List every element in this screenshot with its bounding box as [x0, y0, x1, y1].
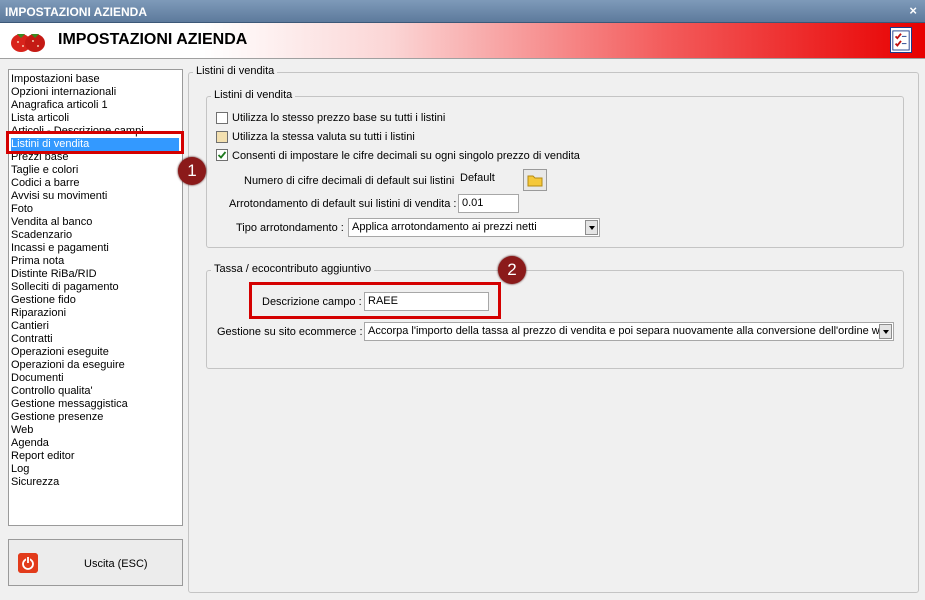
- rounding-field[interactable]: 0.01: [458, 194, 519, 213]
- sidebar-item[interactable]: Codici a barre: [11, 177, 79, 190]
- sidebar-item[interactable]: Anagrafica articoli 1: [11, 99, 108, 112]
- sidebar-item[interactable]: Riparazioni: [11, 307, 66, 320]
- sidebar-item[interactable]: Prima nota: [11, 255, 64, 268]
- same-currency-label: Utilizza la stessa valuta su tutti i lis…: [232, 131, 415, 143]
- sidebar-item[interactable]: Sicurezza: [11, 476, 59, 489]
- sidebar-item[interactable]: Web: [11, 424, 33, 437]
- tax-group-legend: Tassa / ecocontributo aggiuntivo: [211, 263, 375, 275]
- folder-icon[interactable]: [523, 169, 547, 191]
- callout-badge-1: 1: [178, 157, 206, 185]
- sidebar-item[interactable]: Log: [11, 463, 29, 476]
- page-title: IMPOSTAZIONI AZIENDA: [58, 31, 248, 48]
- sidebar-item[interactable]: Report editor: [11, 450, 75, 463]
- sidebar-item[interactable]: Gestione presenze: [11, 411, 103, 424]
- sidebar-item[interactable]: Avvisi su movimenti: [11, 190, 107, 203]
- callout-badge-2: 2: [498, 256, 526, 284]
- chevron-down-icon[interactable]: [585, 220, 598, 235]
- sidebar-item[interactable]: Agenda: [11, 437, 49, 450]
- rounding-type-value: Applica arrotondamento ai prezzi netti: [352, 221, 537, 233]
- sidebar-item[interactable]: Lista articoli: [11, 112, 69, 125]
- sidebar-item[interactable]: Operazioni da eseguire: [11, 359, 125, 372]
- highlight-box-description: [249, 282, 501, 319]
- sidebar-item[interactable]: Cantieri: [11, 320, 49, 333]
- sidebar-item[interactable]: Contratti: [11, 333, 53, 346]
- default-decimals-label: Numero di cifre decimali di default sui …: [244, 175, 461, 187]
- window-title: IMPOSTAZIONI AZIENDA: [5, 5, 147, 19]
- default-decimals-field[interactable]: Default: [457, 170, 517, 188]
- sidebar-item[interactable]: Opzioni internazionali: [11, 86, 116, 99]
- power-icon: [18, 553, 38, 573]
- sidebar-item[interactable]: Gestione fido: [11, 294, 76, 307]
- ecommerce-select[interactable]: Accorpa l'importo della tassa al prezzo …: [364, 322, 894, 341]
- sidebar-item[interactable]: Taglie e colori: [11, 164, 78, 177]
- ecommerce-label: Gestione su sito ecommerce :: [217, 326, 363, 338]
- sidebar-item[interactable]: Gestione messaggistica: [11, 398, 128, 411]
- sidebar-item[interactable]: Operazioni eseguite: [11, 346, 109, 359]
- outer-group-legend: Listini di vendita: [193, 65, 278, 77]
- sidebar-item[interactable]: Impostazioni base: [11, 73, 100, 86]
- highlight-box-sidebar: [6, 131, 184, 154]
- rounding-label: Arrotondamento di default sui listini di…: [229, 198, 457, 210]
- exit-button-label: Uscita (ESC): [84, 558, 148, 570]
- chevron-down-icon[interactable]: [879, 324, 892, 339]
- rounding-type-select[interactable]: Applica arrotondamento ai prezzi netti: [348, 218, 600, 237]
- sidebar-item[interactable]: Documenti: [11, 372, 64, 385]
- decimal-per-price-label: Consenti di impostare le cifre decimali …: [232, 150, 580, 162]
- sidebar-item[interactable]: Distinte RiBa/RID: [11, 268, 97, 281]
- window-titlebar: IMPOSTAZIONI AZIENDA ×: [0, 0, 925, 23]
- sidebar-item[interactable]: Scadenzario: [11, 229, 72, 242]
- sidebar-item[interactable]: Incassi e pagamenti: [11, 242, 109, 255]
- ecommerce-value: Accorpa l'importo della tassa al prezzo …: [368, 325, 892, 337]
- rounding-type-label: Tipo arrotondamento :: [236, 222, 344, 234]
- same-base-price-checkbox[interactable]: [216, 112, 228, 124]
- same-currency-checkbox[interactable]: [216, 131, 228, 143]
- exit-button[interactable]: Uscita (ESC): [8, 539, 183, 586]
- sidebar-item[interactable]: Solleciti di pagamento: [11, 281, 119, 294]
- page-header: IMPOSTAZIONI AZIENDA: [0, 23, 925, 59]
- same-base-price-label: Utilizza lo stesso prezzo base su tutti …: [232, 112, 446, 124]
- checkmark-icon: [217, 151, 227, 159]
- sidebar-item[interactable]: Foto: [11, 203, 33, 216]
- listini-group-legend: Listini di vendita: [211, 89, 296, 101]
- checklist-icon[interactable]: [890, 27, 912, 53]
- strawberry-icon: [11, 34, 45, 52]
- close-icon[interactable]: ×: [909, 3, 917, 18]
- sidebar-item[interactable]: Vendita al banco: [11, 216, 92, 229]
- sidebar-item[interactable]: Controllo qualita': [11, 385, 93, 398]
- decimal-per-price-checkbox[interactable]: [216, 149, 228, 161]
